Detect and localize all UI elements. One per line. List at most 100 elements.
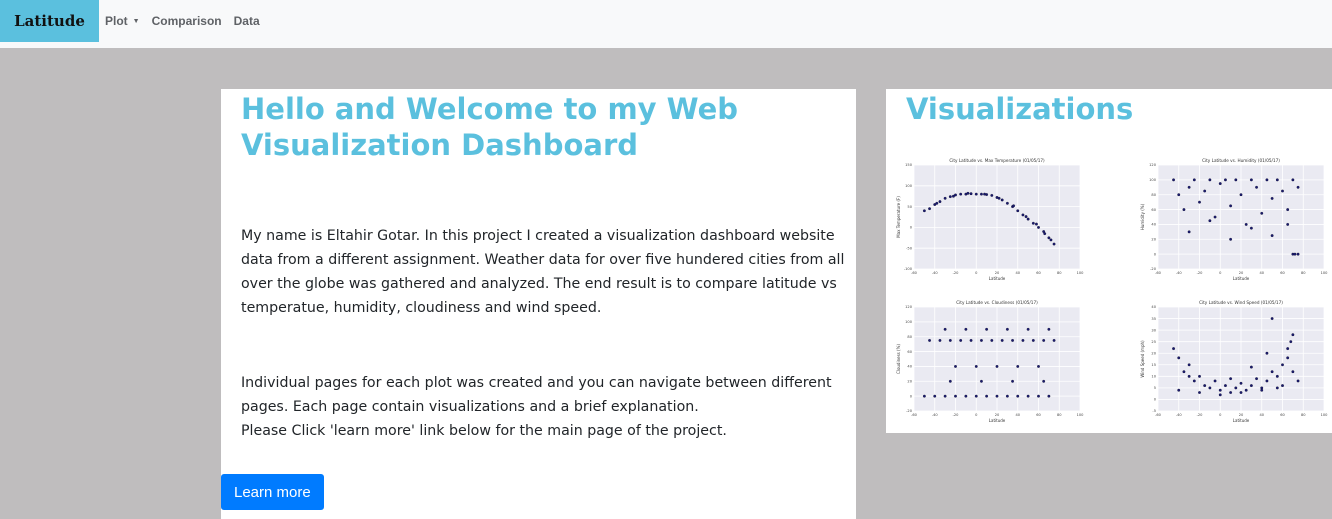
data-point <box>1260 211 1264 215</box>
data-point <box>1281 189 1284 193</box>
y-tick-label: 0 <box>910 394 913 398</box>
nav-plot-dropdown[interactable]: Plot ▼ <box>105 14 140 28</box>
data-point <box>1021 213 1025 217</box>
y-tick-label: 40 <box>1151 305 1156 309</box>
data-point <box>1172 347 1175 350</box>
x-axis-label: Latitude <box>989 276 1006 281</box>
data-point <box>1203 384 1207 387</box>
data-point <box>1224 384 1227 387</box>
data-point <box>1270 317 1274 320</box>
data-point <box>1043 232 1047 236</box>
navigation-text: Individual pages for each plot was creat… <box>241 375 832 415</box>
navbar: Latitude Plot ▼ Comparison Data <box>0 0 1332 48</box>
data-point <box>1172 178 1175 182</box>
x-tick-label: 60 <box>1036 413 1041 417</box>
data-point <box>980 192 983 196</box>
learn-more-instruction: Please Click 'learn more' link below for… <box>241 423 727 439</box>
data-point <box>1275 374 1279 378</box>
data-point <box>1005 327 1009 331</box>
data-point <box>948 339 952 342</box>
navbar-brand[interactable]: Latitude <box>0 0 99 42</box>
x-tick-label: 100 <box>1077 413 1085 417</box>
data-point <box>1296 379 1300 383</box>
data-point <box>943 327 947 331</box>
data-point <box>1031 221 1035 225</box>
data-point <box>1249 384 1253 387</box>
data-point <box>985 394 989 398</box>
data-point <box>1296 185 1300 189</box>
data-point <box>1182 370 1186 374</box>
data-point <box>1286 223 1290 226</box>
data-point <box>969 192 973 196</box>
y-axis-label: Cloudiness (%) <box>896 344 901 374</box>
data-point <box>995 365 999 368</box>
data-point <box>1289 340 1293 344</box>
nav-comparison[interactable]: Comparison <box>152 14 222 28</box>
x-tick-label: 0 <box>975 271 978 275</box>
x-tick-label: 20 <box>995 271 1000 275</box>
data-point <box>1000 198 1004 202</box>
plot-latitude-vs-humidity[interactable]: -60 -40 -20 0 20 40 60 80 100 -20 0 20 40 60 80 100 120 C… <box>1136 155 1332 287</box>
x-tick-label: 20 <box>995 413 1000 417</box>
data-point <box>1291 370 1295 374</box>
data-point <box>997 196 1001 200</box>
nav-plot-label: Plot <box>105 14 128 28</box>
x-tick-label: 80 <box>1301 271 1306 275</box>
data-point <box>1260 388 1264 392</box>
plot-latitude-vs-wind-speed[interactable]: -60 -40 -20 0 20 40 60 80 100 -5 0 5 10 15 20 25 30 35 40 C… <box>1136 297 1332 429</box>
data-point <box>969 339 973 342</box>
data-point <box>938 200 942 204</box>
data-point <box>1275 178 1279 182</box>
data-point <box>938 339 942 342</box>
intro-paragraph: My name is Eltahir Gotar. In this projec… <box>241 228 845 316</box>
data-point <box>1244 388 1248 392</box>
y-tick-label: 0 <box>1154 398 1157 402</box>
y-tick-label: -100 <box>904 267 913 271</box>
y-tick-label: 15 <box>1151 363 1156 367</box>
y-tick-label: 40 <box>907 365 912 369</box>
data-point <box>1291 178 1295 182</box>
data-point <box>933 394 937 398</box>
x-tick-label: -60 <box>911 271 918 275</box>
chart-title: City Latitude vs. Humidity (01/05/17) <box>1202 158 1280 163</box>
data-point <box>1026 217 1030 221</box>
data-point <box>1192 178 1196 182</box>
data-point <box>983 192 986 196</box>
plot-latitude-vs-temperature[interactable]: -60 -40 -20 0 20 40 60 80 100 -100 -50 0 50 100 150 Cit… <box>892 155 1088 287</box>
x-tick-label: 60 <box>1036 271 1041 275</box>
y-tick-label: 20 <box>1151 237 1156 241</box>
y-tick-label: -20 <box>1150 267 1157 271</box>
x-tick-label: 40 <box>1259 271 1264 275</box>
plot-latitude-vs-cloudiness[interactable]: -60 -40 -20 0 20 40 60 80 100 -20 0 20 40 60 80 100 120 C… <box>892 297 1088 429</box>
data-point <box>1270 197 1274 200</box>
y-tick-label: 100 <box>1149 178 1157 182</box>
chart-svg: -60 -40 -20 0 20 40 60 80 100 -5 0 5 10 15 20 25 30 35 40 C… <box>1140 300 1328 423</box>
y-tick-label: 0 <box>1154 252 1157 256</box>
x-tick-label: -40 <box>932 413 939 417</box>
learn-more-button[interactable]: Learn more <box>221 474 324 510</box>
x-tick-label: -60 <box>911 413 918 417</box>
data-point <box>1198 391 1201 394</box>
data-point <box>974 192 978 196</box>
welcome-card: Hello and Welcome to my Web Visualizatio… <box>221 89 856 519</box>
data-point <box>1042 379 1046 383</box>
x-tick-label: -40 <box>1176 271 1183 275</box>
data-point <box>1187 185 1191 189</box>
data-point <box>1293 252 1297 256</box>
y-tick-label: 60 <box>907 350 912 354</box>
data-point <box>1255 185 1258 189</box>
data-point <box>954 394 957 398</box>
data-point <box>1011 379 1014 383</box>
data-point <box>959 192 963 196</box>
data-point <box>1035 222 1038 226</box>
y-tick-label: 100 <box>905 184 913 188</box>
y-tick-label: 80 <box>907 335 912 339</box>
x-tick-label: 20 <box>1239 271 1244 275</box>
data-point <box>1026 327 1030 331</box>
x-tick-label: -60 <box>1155 413 1162 417</box>
nav-data[interactable]: Data <box>234 14 260 28</box>
data-point <box>959 339 963 342</box>
y-tick-label: 5 <box>1154 386 1156 390</box>
data-point <box>1177 356 1181 360</box>
data-point <box>1286 208 1290 211</box>
